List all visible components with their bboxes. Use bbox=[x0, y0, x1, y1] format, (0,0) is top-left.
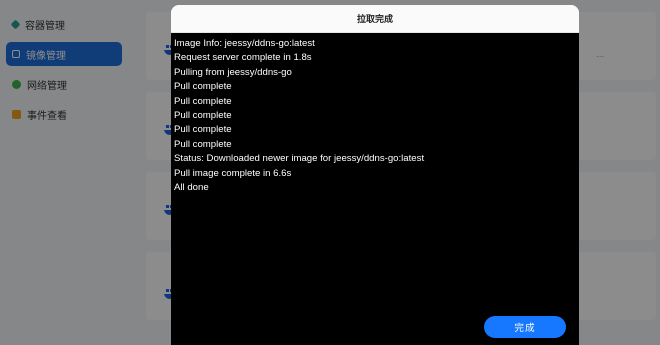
log-line: Pull image complete in 6.6s bbox=[174, 167, 292, 179]
pull-complete-dialog: 拉取完成 Image Info: jeessy/ddns-go:latest R… bbox=[171, 5, 579, 345]
log-line: Pull complete bbox=[174, 95, 232, 107]
log-line: Pull complete bbox=[174, 138, 232, 150]
log-line: Pull complete bbox=[174, 124, 232, 136]
log-lines: Image Info: jeessy/ddns-go:latest Reques… bbox=[174, 37, 424, 195]
log-line: Pull complete bbox=[174, 109, 232, 121]
log-line: Pulling from jeessy/ddns-go bbox=[174, 66, 292, 78]
log-line: Pull complete bbox=[174, 81, 232, 93]
log-line: Status: Downloaded newer image for jeess… bbox=[174, 153, 425, 165]
log-line: All done bbox=[174, 181, 209, 193]
done-button[interactable]: 完成 bbox=[484, 316, 566, 338]
log-line: Image Info: jeessy/ddns-go:latest bbox=[174, 38, 315, 49]
log-line: Request server complete in 1.8s bbox=[174, 52, 312, 64]
pull-log-terminal: Image Info: jeessy/ddns-go:latest Reques… bbox=[171, 33, 579, 345]
dialog-title: 拉取完成 bbox=[171, 5, 579, 33]
